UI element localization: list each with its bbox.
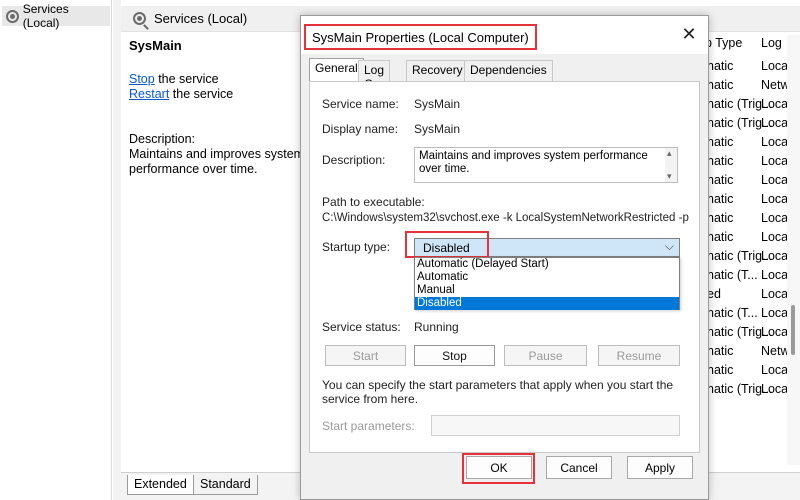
log-on-cell: Loca (761, 211, 789, 225)
stop-service-link[interactable]: Stop (129, 72, 155, 86)
stop-button[interactable]: Stop (414, 345, 495, 366)
description-scrollbar[interactable] (665, 148, 677, 182)
service-status-label: Service status: (322, 320, 401, 334)
startup-type-cell: natic (707, 363, 734, 377)
tree-item-label: Services (Local) (22, 2, 69, 30)
option-automatic-delayed[interactable]: Automatic (Delayed Start) (415, 258, 679, 271)
splitter[interactable] (113, 0, 121, 500)
selected-service-name: SysMain (129, 38, 182, 53)
startup-type-cell: natic (707, 192, 734, 206)
description-label: Description: (322, 153, 386, 167)
vertical-scrollbar[interactable] (787, 35, 800, 465)
startup-type-cell: natic (707, 154, 734, 168)
pause-button[interactable]: Pause (504, 345, 587, 366)
pane-title: Services (Local) (154, 11, 248, 26)
tab-general[interactable]: General (309, 58, 364, 82)
service-description: Description: Maintains and improves syst… (129, 132, 309, 177)
startup-type-cell: natic (707, 344, 734, 358)
highlight-box-startup (405, 231, 489, 258)
log-on-cell: Loca (761, 363, 789, 377)
column-header-startup-type[interactable]: p Type (705, 36, 742, 50)
search-gear-icon (133, 12, 146, 25)
tab-log-on[interactable]: Log On (358, 60, 391, 91)
tab-extended[interactable]: Extended (127, 475, 194, 495)
startup-type-cell: natic (707, 135, 734, 149)
path-value: C:\Windows\system32\svchost.exe -k Local… (322, 212, 689, 224)
startup-type-cell: natic (707, 211, 734, 225)
log-on-cell: Loca (761, 192, 789, 206)
startup-type-cell: ed (707, 287, 721, 301)
dialog-titlebar[interactable]: SysMain Properties (Local Computer) ✕ (301, 16, 708, 54)
tab-dependencies[interactable]: Dependencies (464, 60, 553, 81)
option-manual[interactable]: Manual (415, 284, 679, 297)
tree-item-services-local[interactable]: Services (Local) (2, 2, 110, 30)
service-status-value: Running (414, 320, 459, 334)
option-disabled[interactable]: Disabled (415, 297, 679, 310)
startup-type-cell: natic (707, 59, 734, 73)
log-on-cell: Loca (761, 173, 789, 187)
log-on-cell: Loca (761, 59, 789, 73)
description-label: Description: (129, 132, 195, 146)
stop-suffix: the service (154, 72, 219, 86)
chevron-down-icon: ⌵ (664, 239, 674, 253)
startup-type-cell: natic (T... (707, 268, 758, 282)
display-name-label: Display name: (322, 122, 399, 136)
log-on-cell: Loca (761, 230, 789, 244)
log-on-cell: Loca (761, 306, 789, 320)
resume-button[interactable]: Resume (598, 345, 680, 366)
general-tab-panel: Service name: SysMain Display name: SysM… (309, 81, 700, 453)
scrollbar-thumb[interactable] (791, 305, 795, 355)
startup-type-label: Startup type: (322, 240, 391, 254)
tab-recovery[interactable]: Recovery (406, 60, 469, 81)
log-on-cell: Loca (761, 97, 789, 111)
log-on-cell: Netw (761, 78, 790, 92)
start-params-label: Start parameters: (322, 419, 415, 433)
option-automatic[interactable]: Automatic (415, 271, 679, 284)
startup-type-dropdown: Automatic (Delayed Start) Automatic Manu… (414, 257, 680, 310)
dialog-title: SysMain Properties (Local Computer) (304, 24, 537, 50)
log-on-cell: Loca (761, 135, 789, 149)
start-params-hint: You can specify the start parameters tha… (322, 378, 674, 406)
description-value: Maintains and improves system performanc… (419, 150, 648, 175)
log-on-cell: Loca (761, 249, 789, 263)
startup-type-cell: natic (707, 230, 734, 244)
log-on-cell: Netw (761, 344, 790, 358)
restart-suffix: the service (169, 87, 234, 101)
path-label: Path to executable: (322, 195, 425, 209)
startup-type-cell: natic (T... (707, 306, 758, 320)
gear-icon (6, 9, 19, 23)
tab-standard[interactable]: Standard (193, 475, 258, 495)
startup-type-cell: natic (707, 173, 734, 187)
description-textbox[interactable]: Maintains and improves system performanc… (414, 147, 678, 183)
apply-button[interactable]: Apply (627, 456, 693, 479)
highlight-box-ok (462, 453, 535, 484)
properties-dialog: SysMain Properties (Local Computer) ✕ Ge… (300, 15, 709, 500)
restart-service-link[interactable]: Restart (129, 87, 169, 101)
log-on-cell: Loca (761, 116, 789, 130)
service-name-value: SysMain (414, 97, 461, 111)
display-name-value: SysMain (414, 122, 461, 136)
service-actions: Stop the service Restart the service (129, 72, 233, 102)
startup-type-cell: natic (707, 78, 734, 92)
cancel-button[interactable]: Cancel (546, 456, 612, 479)
close-icon[interactable]: ✕ (680, 25, 698, 43)
console-tree: Services (Local) (0, 0, 112, 500)
log-on-cell: Loca (761, 268, 789, 282)
column-header-log-on-as[interactable]: Log (761, 36, 782, 50)
start-button[interactable]: Start (325, 345, 406, 366)
log-on-cell: Loca (761, 287, 789, 301)
log-on-cell: Loca (761, 382, 789, 396)
log-on-cell: Loca (761, 325, 789, 339)
service-name-label: Service name: (322, 97, 399, 111)
description-text: Maintains and improves system performanc… (129, 147, 305, 176)
log-on-cell: Loca (761, 154, 789, 168)
start-params-input[interactable] (431, 415, 680, 436)
